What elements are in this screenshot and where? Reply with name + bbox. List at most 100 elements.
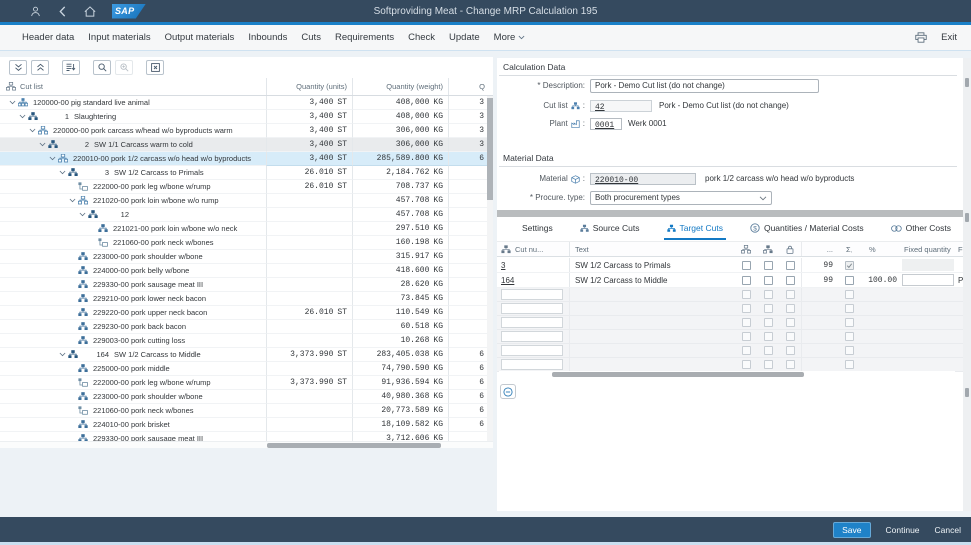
save-button[interactable]: Save	[833, 522, 870, 538]
sort-button[interactable]	[62, 60, 80, 75]
tree-collapse-icon[interactable]	[46, 156, 58, 161]
tree-row[interactable]: 222000-00 pork leg w/bone w/rump3,373.99…	[0, 376, 493, 390]
menu-item-inbounds[interactable]: Inbounds	[248, 32, 287, 43]
column-header-dots[interactable]: ...	[801, 242, 839, 256]
cut-number-link[interactable]: 164	[501, 276, 514, 285]
tree-hscroll-thumb[interactable]	[267, 443, 441, 448]
column-header-lock-icon[interactable]	[779, 242, 801, 256]
tree-row[interactable]: 221021-00 pork loin w/bone w/o neck297.5…	[0, 222, 493, 236]
tree-row[interactable]: 229330-00 pork sausage meat III28.620KG	[0, 278, 493, 292]
tree-row[interactable]: 221060-00 pork neck w/bones160.198KG	[0, 236, 493, 250]
tree-row[interactable]: 164SW 1/2 Carcass to Middle3,373.990ST28…	[0, 348, 493, 362]
material-field[interactable]: 220010-00	[590, 173, 696, 185]
tree-collapse-icon[interactable]	[76, 212, 88, 217]
exit-button[interactable]: Exit	[941, 32, 957, 43]
tree-row[interactable]: 229220-00 pork upper neck bacon26.010ST1…	[0, 306, 493, 320]
column-header-org2-icon[interactable]	[757, 242, 779, 256]
collapse-all-button[interactable]	[31, 60, 49, 75]
tree-collapse-icon[interactable]	[26, 128, 38, 133]
tree-row[interactable]: 120000-00 pig standard live animal3,400S…	[0, 96, 493, 110]
column-header-cut-no[interactable]: Cut nu...	[515, 245, 543, 254]
tree-row[interactable]: 225000-00 pork middle74,790.590KG6	[0, 362, 493, 376]
tree-row[interactable]: 221060-00 pork neck w/bones20,773.589KG6	[0, 404, 493, 418]
tree-collapse-icon[interactable]	[16, 114, 28, 119]
menu-item-requirements[interactable]: Requirements	[335, 32, 394, 43]
description-input[interactable]: Pork - Demo Cut list (do not change)	[590, 79, 819, 93]
tree-row[interactable]: 229230-00 pork back bacon60.518KG	[0, 320, 493, 334]
close-box-button[interactable]	[146, 60, 164, 75]
tree-row[interactable]: 229003-00 pork cutting loss10.268KG	[0, 334, 493, 348]
checkbox[interactable]	[742, 276, 751, 285]
tab-target-cuts[interactable]: Target Cuts	[664, 219, 726, 240]
vertical-splitter[interactable]	[963, 58, 971, 511]
menu-item-input-materials[interactable]: Input materials	[88, 32, 150, 43]
fixed-quantity-input[interactable]	[902, 274, 954, 286]
tree-row[interactable]: 3SW 1/2 Carcass to Primals26.010ST2,184.…	[0, 166, 493, 180]
checkbox[interactable]	[764, 261, 773, 270]
tree-row[interactable]: 229330-00 pork sausage meat III3,712.606…	[0, 432, 493, 441]
tab-other-costs[interactable]: Other Costs	[888, 219, 954, 240]
column-header-fixed-quantity[interactable]: Fixed quantity	[901, 242, 955, 256]
column-header-quantity-units[interactable]: Quantity (units)	[266, 78, 352, 95]
target-cut-empty-row	[497, 358, 963, 372]
tree-collapse-icon[interactable]	[56, 170, 68, 175]
tab-source-cuts[interactable]: Source Cuts	[577, 219, 643, 240]
tree-row[interactable]: 223000-00 pork shoulder w/bone40,980.368…	[0, 390, 493, 404]
tree-row[interactable]: 2SW 1/1 Carcass warm to cold3,400ST306,0…	[0, 138, 493, 152]
target-cuts-horizontal-scrollbar[interactable]	[499, 371, 955, 378]
target-cut-row[interactable]: 164SW 1/2 Carcass to Middle99100.00P	[497, 273, 963, 288]
tree-row[interactable]: 220010-00 pork 1/2 carcass w/o head w/o …	[0, 152, 493, 166]
menu-item-header-data[interactable]: Header data	[22, 32, 74, 43]
cancel-button[interactable]: Cancel	[935, 525, 961, 535]
menu-item-output-materials[interactable]: Output materials	[165, 32, 235, 43]
tree-horizontal-scrollbar[interactable]	[0, 441, 493, 448]
tree-collapse-icon[interactable]	[66, 198, 78, 203]
tree-row[interactable]: 222000-00 pork leg w/bone w/rump26.010ST…	[0, 180, 493, 194]
target-cut-row[interactable]: 3SW 1/2 Carcass to Primals99	[497, 258, 963, 273]
menu-item-cuts[interactable]: Cuts	[301, 32, 321, 43]
expand-all-button[interactable]	[9, 60, 27, 75]
column-header-quantity-weight[interactable]: Quantity (weight)	[352, 78, 448, 95]
print-icon[interactable]	[915, 32, 927, 43]
column-header-text[interactable]: Text	[569, 242, 735, 256]
menu-item-check[interactable]: Check	[408, 32, 435, 43]
tree-row[interactable]: 12457.708KG	[0, 208, 493, 222]
tree-row[interactable]: 1Slaughtering3,400ST408,000KG3	[0, 110, 493, 124]
cell-quantity-weight: 10.268KG	[352, 334, 448, 348]
checkbox[interactable]	[845, 276, 854, 285]
tree-row[interactable]: 229210-00 pork lower neck bacon73.845KG	[0, 292, 493, 306]
tree-row[interactable]: 221020-00 pork loin w/bone w/o rump457.7…	[0, 194, 493, 208]
tree-collapse-icon[interactable]	[6, 100, 18, 105]
tree-row[interactable]: 220000-00 pork carcass w/head w/o byprod…	[0, 124, 493, 138]
remove-row-button[interactable]	[500, 384, 516, 399]
menu-item-update[interactable]: Update	[449, 32, 480, 43]
checkbox[interactable]	[786, 276, 795, 285]
target-cuts-hscroll-thumb[interactable]	[552, 372, 804, 377]
plant-field[interactable]: 0001	[590, 118, 622, 130]
tree-collapse-icon[interactable]	[36, 142, 48, 147]
tab-quantities-material-costs[interactable]: $Quantities / Material Costs	[747, 219, 867, 240]
horizontal-splitter[interactable]	[497, 210, 963, 217]
checkbox[interactable]	[764, 276, 773, 285]
node-label: 229330-00 pork sausage meat III	[93, 280, 203, 289]
column-header-percent[interactable]: %	[859, 242, 901, 256]
tree-vscroll-thumb[interactable]	[487, 98, 493, 200]
cut-number-link[interactable]: 3	[501, 261, 505, 270]
checkbox[interactable]	[742, 261, 751, 270]
tab-settings[interactable]: Settings	[519, 219, 556, 240]
tree-row[interactable]: 223000-00 pork shoulder w/bone315.917KG	[0, 250, 493, 264]
checkbox[interactable]	[786, 261, 795, 270]
cut-list-field[interactable]: 42	[590, 100, 652, 112]
tree-row[interactable]: 224010-00 pork brisket18,109.582KG6	[0, 418, 493, 432]
tree-vertical-scrollbar[interactable]	[487, 96, 493, 441]
column-header-sum-icon[interactable]: Σ,	[839, 242, 859, 256]
column-header-cut-list[interactable]: Cut list	[20, 82, 43, 91]
column-header-org-icon[interactable]	[735, 242, 757, 256]
tree-collapse-icon[interactable]	[56, 352, 68, 357]
column-header-q-partial[interactable]: Q	[448, 78, 493, 95]
continue-button[interactable]: Continue	[886, 525, 920, 535]
procure-type-select[interactable]: Both procurement types	[590, 191, 772, 205]
search-button[interactable]	[93, 60, 111, 75]
menu-item-more[interactable]: More	[494, 32, 526, 43]
tree-row[interactable]: 224000-00 pork belly w/bone418.600KG	[0, 264, 493, 278]
